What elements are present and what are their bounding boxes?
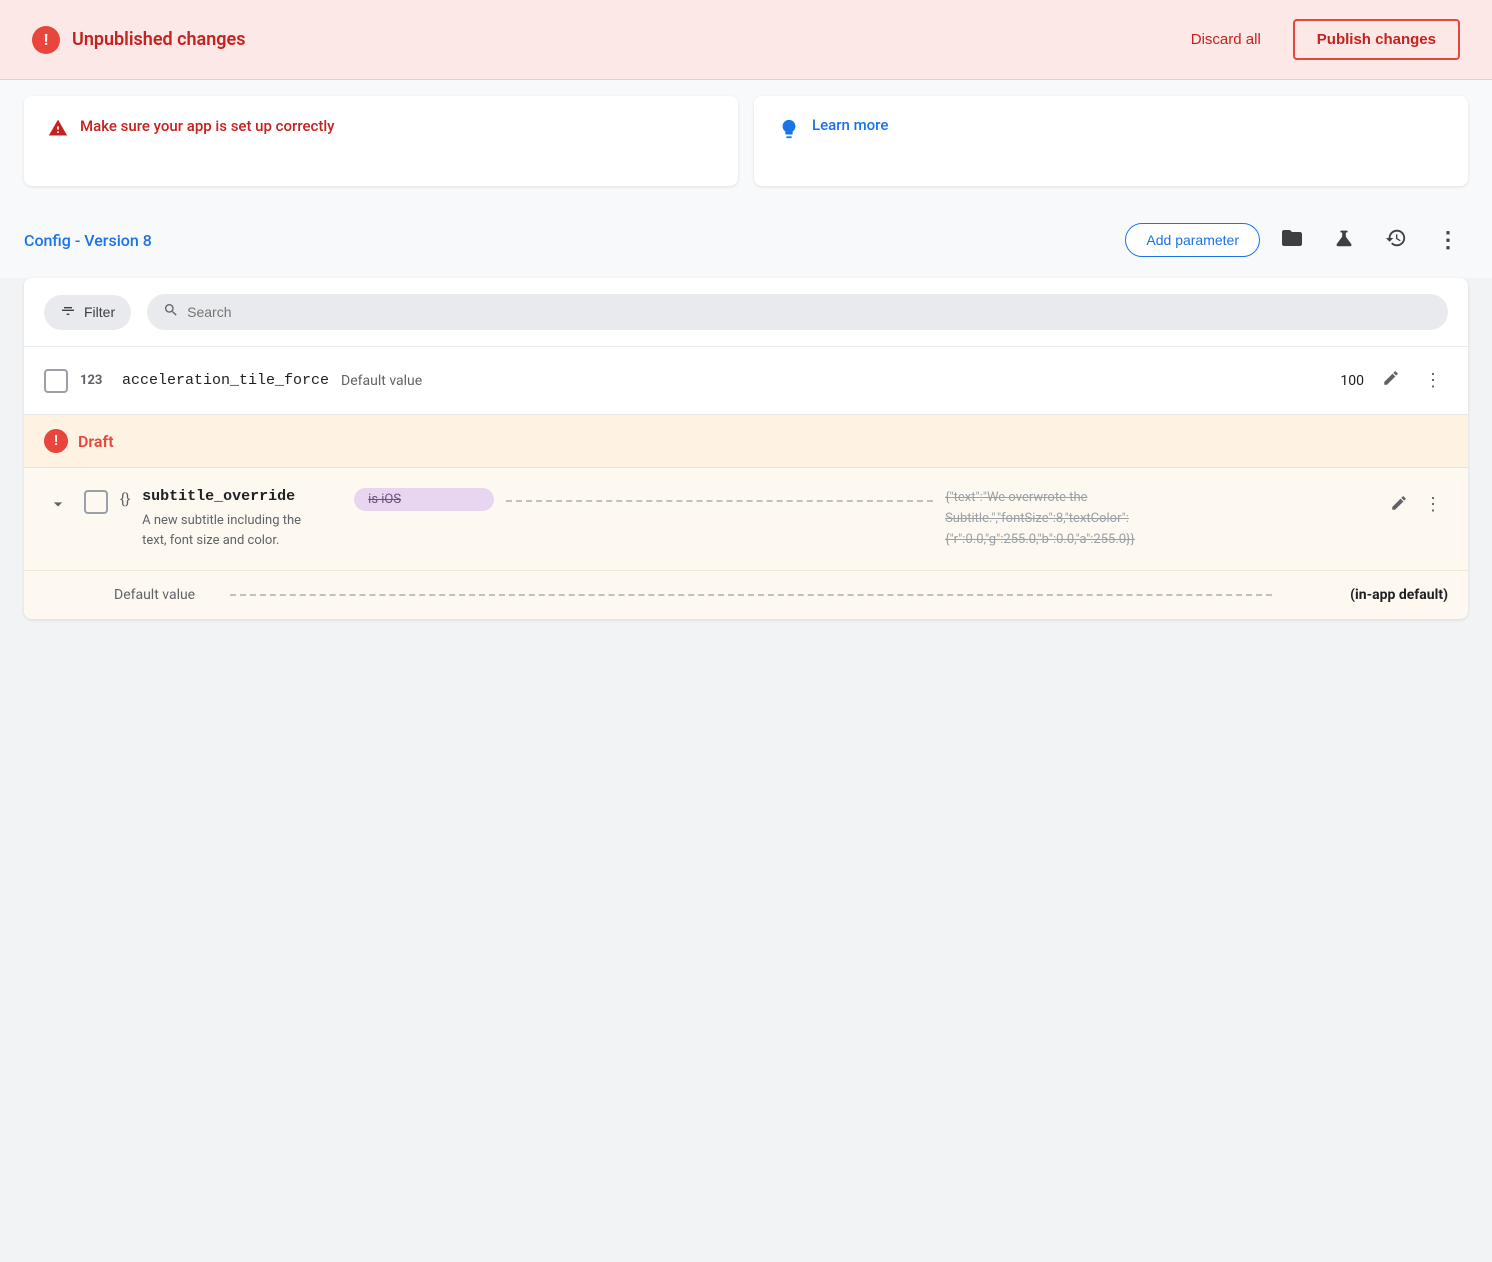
condition-area: is iOS <box>354 488 494 550</box>
param-more-button[interactable]: ⋮ <box>1418 364 1448 397</box>
number-type-icon: 123 <box>80 373 110 388</box>
draft-header: ! Draft <box>24 415 1468 468</box>
filter-icon <box>60 303 76 322</box>
more-vert-icon: ⋮ <box>1437 228 1459 253</box>
history-icon <box>1385 227 1407 254</box>
folder-button[interactable] <box>1272 220 1312 260</box>
bulb-icon <box>778 118 800 145</box>
publish-changes-button[interactable]: Publish changes <box>1293 19 1460 60</box>
chevron-down-button[interactable] <box>44 490 72 550</box>
main-content: Filter 123 acceleration_tile_force Defau… <box>24 278 1468 619</box>
draft-section: ! Draft {} subtitle_override A new subti… <box>24 415 1468 619</box>
learn-more-card: Learn more <box>754 96 1468 186</box>
filter-bar: Filter <box>24 278 1468 347</box>
search-icon <box>163 302 179 322</box>
draft-param-checkbox[interactable] <box>84 490 108 514</box>
draft-default-row: Default value (in-app default) <box>24 571 1468 619</box>
config-header: Config - Version 8 Add parameter ⋮ <box>0 202 1492 278</box>
search-input[interactable] <box>187 304 1432 320</box>
draft-param-info: subtitle_override A new subtitle includi… <box>142 488 342 550</box>
param-checkbox[interactable] <box>44 369 68 393</box>
config-title: Config - Version 8 <box>24 231 1125 250</box>
folder-icon <box>1280 226 1304 255</box>
default-value-label: Default value <box>341 373 1272 389</box>
draft-param-strikethrough-value: {"text":"We overwrote the Subtitle.","fo… <box>945 488 1145 550</box>
param-name: acceleration_tile_force <box>122 372 329 389</box>
draft-param-row: {} subtitle_override A new subtitle incl… <box>24 468 1468 571</box>
json-type-icon: {} <box>120 490 130 550</box>
draft-param-value-area: {"text":"We overwrote the Subtitle.","fo… <box>945 488 1372 550</box>
draft-edit-button[interactable] <box>1384 488 1414 523</box>
warning-card-text: Make sure your app is set up correctly <box>80 116 335 137</box>
draft-label: Draft <box>78 432 114 451</box>
cards-row: Make sure your app is set up correctly L… <box>0 80 1492 202</box>
flask-button[interactable] <box>1324 220 1364 260</box>
draft-param-actions: ⋮ <box>1384 488 1448 550</box>
warning-card-icon <box>48 118 68 143</box>
condition-tag[interactable]: is iOS <box>354 488 494 511</box>
edit-button[interactable] <box>1376 363 1406 398</box>
banner-left: ! Unpublished changes <box>32 26 1175 54</box>
history-button[interactable] <box>1376 220 1416 260</box>
draft-default-dashed-line <box>230 594 1272 596</box>
param-value: 100 <box>1284 373 1364 389</box>
unpublished-banner: ! Unpublished changes Discard all Publis… <box>0 0 1492 80</box>
draft-param-name: subtitle_override <box>142 488 342 505</box>
condition-dashed-line <box>506 500 933 502</box>
filter-label: Filter <box>84 304 115 320</box>
search-bar[interactable] <box>147 294 1448 330</box>
banner-title: Unpublished changes <box>72 29 245 50</box>
more-options-button[interactable]: ⋮ <box>1428 220 1468 260</box>
filter-button[interactable]: Filter <box>44 295 131 330</box>
learn-more-text[interactable]: Learn more <box>812 116 888 134</box>
acceleration-tile-force-row: 123 acceleration_tile_force Default valu… <box>24 347 1468 415</box>
config-actions: Add parameter ⋮ <box>1125 220 1468 260</box>
banner-actions: Discard all Publish changes <box>1175 19 1460 60</box>
draft-alert-icon: ! <box>44 429 68 453</box>
draft-param-desc: A new subtitle including the text, font … <box>142 511 322 550</box>
flask-icon <box>1333 227 1355 254</box>
alert-icon: ! <box>32 26 60 54</box>
draft-default-value-label: Default value <box>114 587 214 603</box>
warning-card: Make sure your app is set up correctly <box>24 96 738 186</box>
draft-more-button[interactable]: ⋮ <box>1418 488 1448 521</box>
add-parameter-button[interactable]: Add parameter <box>1125 223 1260 257</box>
in-app-default-value: (in-app default) <box>1288 587 1448 603</box>
discard-all-button[interactable]: Discard all <box>1175 23 1277 56</box>
